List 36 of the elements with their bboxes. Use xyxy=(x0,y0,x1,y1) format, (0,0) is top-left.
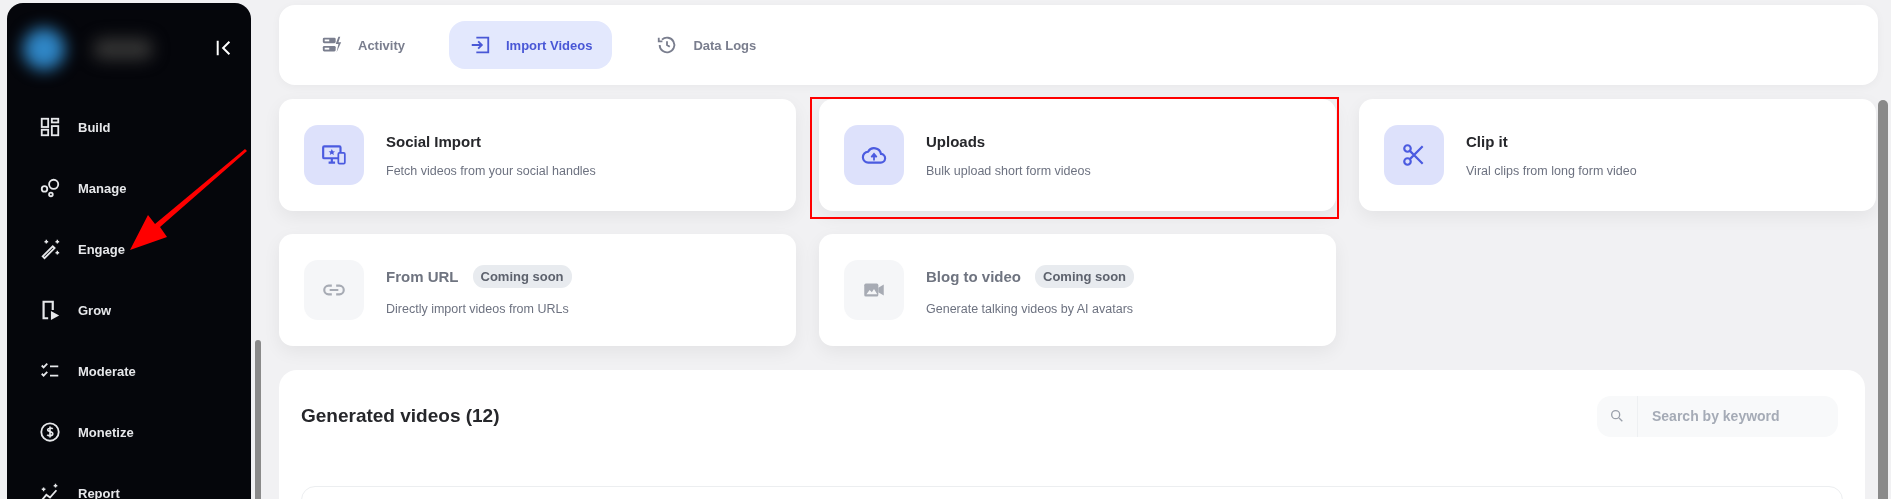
scrollbar[interactable] xyxy=(1878,100,1888,499)
scrollbar[interactable] xyxy=(255,340,261,499)
sidebar-item[interactable]: Manage xyxy=(39,168,127,208)
card-description: Viral clips from long form video xyxy=(1466,163,1637,178)
tab[interactable]: Activity xyxy=(301,21,425,69)
tab[interactable]: Data Logs xyxy=(636,21,777,69)
card-description: Directly import videos from URLs xyxy=(386,301,570,316)
circles-icon xyxy=(39,177,61,199)
card-title: Social Import xyxy=(386,132,482,150)
grid-icon xyxy=(39,116,61,138)
coming-soon-badge: Coming soon xyxy=(472,264,572,288)
sidebar-item[interactable]: Moderate xyxy=(39,351,136,391)
sidebar-item[interactable]: Grow xyxy=(39,290,112,330)
card-description: Fetch videos from your social handles xyxy=(386,163,596,178)
card-description: Bulk upload short form videos xyxy=(926,163,1091,178)
magic-wand-icon xyxy=(39,238,61,260)
coming-soon-badge: Coming soon xyxy=(1035,264,1135,288)
card-title: Blog to video xyxy=(926,267,1021,285)
collapse-icon[interactable] xyxy=(215,39,233,57)
card-description: Generate talking videos by AI avatars xyxy=(926,301,1135,316)
section-title: Generated videos (12) xyxy=(301,405,500,427)
tab[interactable]: Import Videos xyxy=(448,21,613,69)
sidebar-item[interactable]: Build xyxy=(39,107,111,147)
import-option-card[interactable]: Uploads Bulk upload short form videos xyxy=(819,99,1336,211)
dollar-icon xyxy=(39,421,61,443)
card-title: Uploads xyxy=(926,132,986,150)
search-field[interactable]: Search by keyword xyxy=(1638,395,1838,437)
import-option-card[interactable]: Social Import Fetch videos from your social handles xyxy=(279,99,796,211)
card-title: From URL xyxy=(386,267,459,285)
sidebar-item[interactable]: Monetize xyxy=(39,412,134,452)
import-option-card[interactable]: Clip it Viral clips from long form video xyxy=(1359,99,1876,211)
phone-play-icon xyxy=(39,299,61,321)
sidebar-item[interactable]: Engage xyxy=(39,229,125,269)
card-title: Clip it xyxy=(1466,132,1508,150)
search-icon xyxy=(1609,408,1625,424)
monitor-star-icon xyxy=(321,142,347,168)
